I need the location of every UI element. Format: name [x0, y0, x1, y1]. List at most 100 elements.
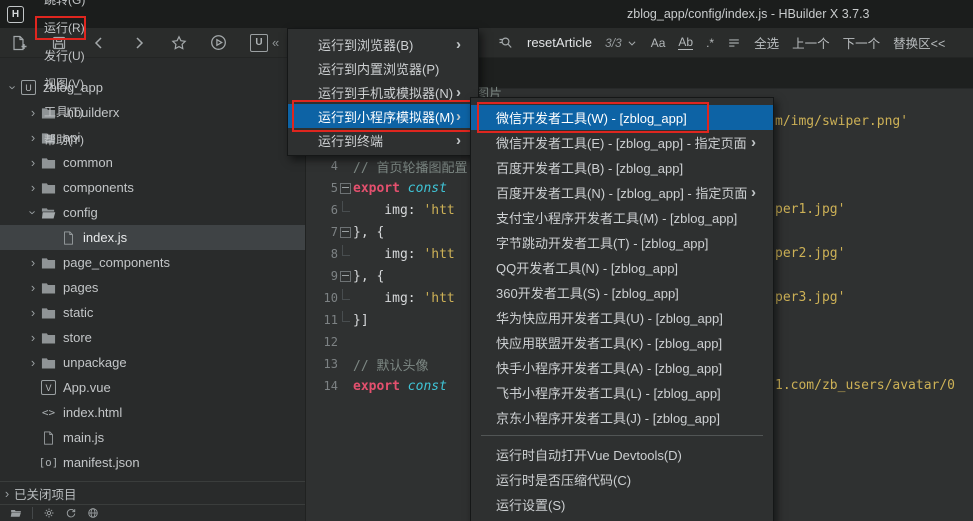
menu-item-6[interactable]: QQ开发者工具(N) - [zblog_app]: [471, 255, 773, 280]
chevron-right-icon[interactable]: [26, 305, 40, 320]
line-number: 12: [305, 335, 338, 349]
refresh-icon[interactable]: [65, 507, 77, 519]
menu-item-14[interactable]: 运行时自动打开Vue Devtools(D): [471, 442, 773, 467]
tree-item-pages[interactable]: pages: [0, 275, 305, 300]
menubar-item-5[interactable]: 运行(R): [40, 14, 89, 42]
find-action-1[interactable]: 上一个: [792, 33, 830, 52]
folder-icon: [40, 255, 57, 271]
find-action-0[interactable]: 全选: [754, 33, 779, 52]
code-token: // 默认头像: [353, 359, 428, 374]
tree-item-page_components[interactable]: page_components: [0, 250, 305, 275]
menu-item-label: 百度开发者工具(N) - [zblog_app] - 指定页面: [471, 183, 751, 202]
menu-item-0[interactable]: 运行到浏览器(B): [288, 32, 478, 56]
chevron-right-icon[interactable]: [26, 355, 40, 370]
tree-item-components[interactable]: components: [0, 175, 305, 200]
menubar-item-9[interactable]: 帮助(Y): [40, 126, 89, 154]
line-number: 6: [305, 203, 338, 217]
code-fragment-3: per2.jpg': [775, 243, 845, 265]
hbuilderx-logo-icon[interactable]: U: [250, 34, 268, 52]
chevron-down-icon[interactable]: [627, 34, 638, 51]
menu-item-4[interactable]: 运行到终端: [288, 128, 478, 152]
tree-item-static[interactable]: static: [0, 300, 305, 325]
whole-word-button[interactable]: Ab: [678, 35, 693, 50]
menu-item-1[interactable]: 运行到内置浏览器(P): [288, 56, 478, 80]
menu-item-12[interactable]: 京东小程序开发者工具(J) - [zblog_app]: [471, 405, 773, 430]
tree-item-App.vue[interactable]: VApp.vue: [0, 375, 305, 400]
menu-item-0[interactable]: 微信开发者工具(W) - [zblog_app]: [471, 105, 773, 130]
menu-item-2[interactable]: 运行到手机或模拟器(N): [288, 80, 478, 104]
menu-item-16[interactable]: 运行设置(S): [471, 492, 773, 517]
tree-item-label: App.vue: [63, 380, 111, 395]
search-input[interactable]: resetArticle: [527, 35, 592, 50]
code-token: }]: [353, 313, 369, 328]
tree-item-label: config: [63, 205, 98, 220]
tree-item-index.js[interactable]: index.js: [0, 225, 305, 250]
new-file-icon[interactable]: [10, 34, 27, 51]
fold-column: [338, 289, 353, 308]
chevron-right-icon[interactable]: [26, 280, 40, 295]
menu-item-9[interactable]: 快应用联盟开发者工具(K) - [zblog_app]: [471, 330, 773, 355]
menu-item-label: 运行到手机或模拟器(N): [288, 83, 456, 102]
menubar-item-6[interactable]: 发行(U): [40, 42, 89, 70]
menu-item-label: 运行到内置浏览器(P): [288, 59, 478, 78]
menu-item-10[interactable]: 快手小程序开发者工具(A) - [zblog_app]: [471, 355, 773, 380]
menu-item-15[interactable]: 运行时是否压缩代码(C): [471, 467, 773, 492]
code-token: // 首页轮播图配置: [353, 161, 467, 176]
code-token: 'htt: [423, 203, 454, 218]
collapse-toolbar-icon[interactable]: «: [272, 35, 279, 50]
line-number: 7: [305, 225, 338, 239]
match-count: 3/3: [605, 36, 622, 50]
fold-collapse-icon[interactable]: [338, 183, 353, 194]
find-action-3[interactable]: 替换区<<: [893, 33, 945, 52]
fold-collapse-icon[interactable]: [338, 271, 353, 282]
chevron-right-icon[interactable]: [26, 180, 40, 195]
run-icon[interactable]: [210, 34, 227, 51]
find-in-selection-icon[interactable]: [727, 34, 741, 51]
chevron-right-icon[interactable]: [26, 155, 40, 170]
folder-icon: [40, 155, 57, 171]
chevron-down-icon[interactable]: [26, 205, 40, 220]
regex-button[interactable]: .*: [706, 36, 714, 50]
tree-item-store[interactable]: store: [0, 325, 305, 350]
menubar-item-4[interactable]: 跳转(G): [40, 0, 89, 14]
match-case-button[interactable]: Aa: [651, 36, 666, 50]
line-number: 13: [305, 357, 338, 371]
closed-projects-section[interactable]: 已关闭项目: [0, 481, 305, 504]
menu-item-2[interactable]: 百度开发者工具(B) - [zblog_app]: [471, 155, 773, 180]
folder-open-icon: [40, 205, 57, 221]
menu-item-4[interactable]: 支付宝小程序开发者工具(M) - [zblog_app]: [471, 205, 773, 230]
code-token: img:: [353, 291, 423, 306]
folder-icon: [40, 180, 57, 196]
folder-icon: [40, 330, 57, 346]
bookmark-star-icon[interactable]: [170, 34, 187, 51]
folder-icon: [40, 280, 57, 296]
menu-item-8[interactable]: 华为快应用开发者工具(U) - [zblog_app]: [471, 305, 773, 330]
tree-item-main.js[interactable]: main.js: [0, 425, 305, 450]
menubar-item-8[interactable]: 工具(T): [40, 98, 89, 126]
navigate-forward-icon[interactable]: [130, 34, 147, 51]
chevron-right-icon[interactable]: [26, 255, 40, 270]
menu-item-11[interactable]: 飞书小程序开发者工具(L) - [zblog_app]: [471, 380, 773, 405]
chevron-right-icon[interactable]: [26, 330, 40, 345]
menu-item-7[interactable]: 360开发者工具(S) - [zblog_app]: [471, 280, 773, 305]
tree-item-label: components: [63, 180, 134, 195]
tree-item-config[interactable]: config: [0, 200, 305, 225]
submenu-arrow-icon: [751, 184, 773, 201]
chevron-down-icon[interactable]: [6, 80, 20, 95]
find-action-2[interactable]: 下一个: [843, 33, 881, 52]
tree-item-index.html[interactable]: <>index.html: [0, 400, 305, 425]
folder-open-icon[interactable]: [10, 507, 22, 519]
tree-item-manifest.json[interactable]: [o]manifest.json: [0, 450, 305, 475]
menu-item-5[interactable]: 字节跳动开发者工具(T) - [zblog_app]: [471, 230, 773, 255]
gear-icon[interactable]: [43, 507, 55, 519]
fold-collapse-icon[interactable]: [338, 227, 353, 238]
explorer-footer-bar: [0, 504, 305, 521]
menu-item-3[interactable]: 百度开发者工具(N) - [zblog_app] - 指定页面: [471, 180, 773, 205]
code-token: }, {: [353, 225, 384, 240]
globe-icon[interactable]: [87, 507, 99, 519]
menu-item-1[interactable]: 微信开发者工具(E) - [zblog_app] - 指定页面: [471, 130, 773, 155]
menubar-item-7[interactable]: 视图(V): [40, 70, 89, 98]
menu-item-label: 运行时自动打开Vue Devtools(D): [471, 445, 773, 464]
tree-item-unpackage[interactable]: unpackage: [0, 350, 305, 375]
menu-item-3[interactable]: 运行到小程序模拟器(M): [288, 104, 478, 128]
